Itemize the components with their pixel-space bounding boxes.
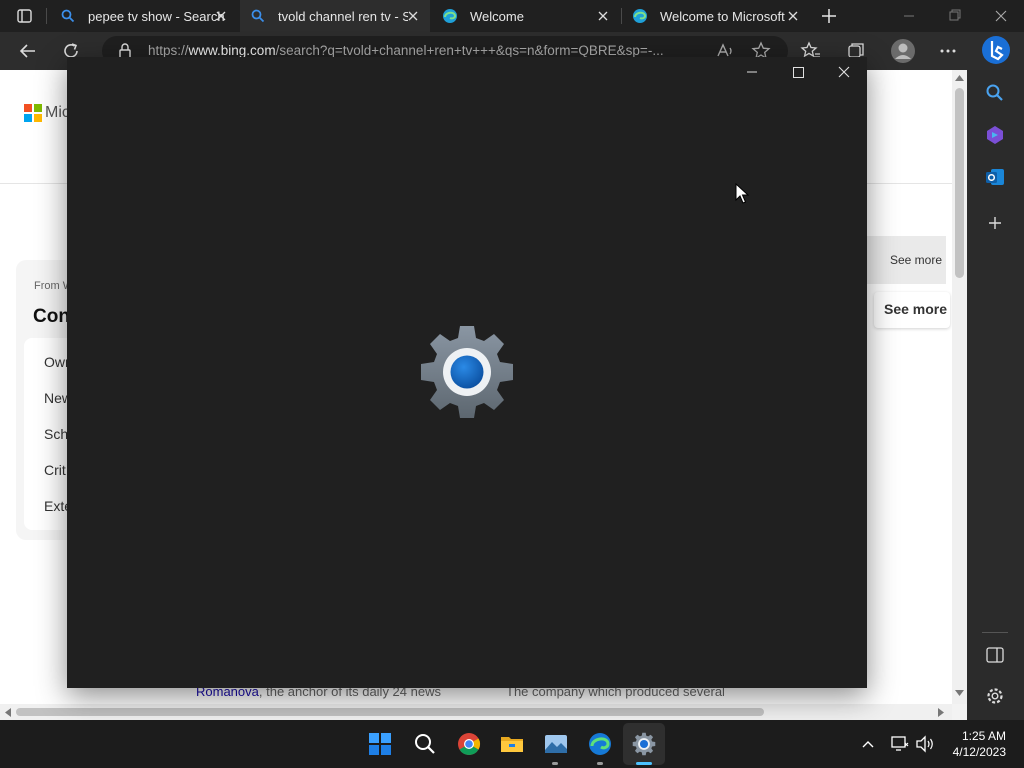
- close-tab-icon[interactable]: [594, 7, 612, 25]
- tab-title: pepee tv show - Search: [88, 8, 225, 24]
- app-running-indicator: [552, 762, 558, 765]
- browser-close-icon[interactable]: [978, 0, 1024, 32]
- settings-gear-icon: [421, 326, 513, 418]
- sidebar-add-icon[interactable]: [984, 212, 1006, 234]
- clock-date: 4/12/2023: [952, 745, 1006, 759]
- volume-icon[interactable]: [915, 734, 935, 754]
- app-running-indicator: [597, 762, 603, 765]
- scroll-up-icon[interactable]: [955, 75, 964, 81]
- see-more-link[interactable]: See more: [890, 253, 942, 267]
- sidebar-discover-icon[interactable]: [984, 124, 1006, 146]
- back-icon[interactable]: [17, 40, 39, 62]
- active-app-indicator: [636, 762, 652, 765]
- close-tab-icon[interactable]: [212, 7, 230, 25]
- see-more-tile[interactable]: See more: [866, 236, 946, 284]
- browser-minimize-icon[interactable]: [886, 0, 932, 32]
- scroll-left-icon[interactable]: [5, 708, 11, 717]
- settings-icon: [632, 732, 656, 756]
- new-tab-icon[interactable]: [817, 5, 841, 27]
- browser-restore-icon[interactable]: [932, 0, 978, 32]
- horizontal-scroll-thumb[interactable]: [16, 708, 764, 716]
- taskbar: [0, 720, 1024, 768]
- chrome-icon[interactable]: [457, 732, 481, 756]
- close-tab-icon[interactable]: [784, 7, 802, 25]
- start-icon[interactable]: [368, 732, 392, 756]
- settings-app-window[interactable]: [67, 57, 867, 688]
- settings-taskbar-button[interactable]: [623, 723, 665, 765]
- bing-chat-icon[interactable]: [981, 34, 1011, 66]
- tab-actions-button[interactable]: [8, 4, 40, 28]
- tab-actions-icon: [17, 9, 32, 23]
- sidebar-divider: [982, 632, 1008, 633]
- system-clock[interactable]: 1:25 AM 4/12/2023: [953, 728, 1006, 760]
- tab-welcome[interactable]: Welcome: [432, 0, 620, 32]
- url-prefix: https://: [148, 43, 189, 58]
- vertical-scroll-thumb[interactable]: [955, 88, 964, 278]
- sidebar-settings-icon[interactable]: [985, 686, 1005, 706]
- edge-icon[interactable]: [588, 732, 612, 756]
- tab-pepee-search[interactable]: pepee tv show - Search: [50, 0, 238, 32]
- clock-time: 1:25 AM: [961, 729, 1006, 743]
- tab-title: Welcome: [470, 8, 524, 24]
- edge-sidebar: [967, 70, 1024, 720]
- see-more-button-label: See more: [884, 301, 948, 317]
- vertical-scrollbar[interactable]: [952, 70, 967, 704]
- sidebar-hide-icon[interactable]: [985, 646, 1005, 664]
- taskbar-search-icon[interactable]: [413, 732, 437, 756]
- edge-icon: [633, 9, 647, 23]
- profile-avatar-icon[interactable]: [890, 38, 916, 64]
- search-icon: [61, 9, 75, 23]
- tab-welcome-microsoft-edge[interactable]: Welcome to Microsoft E: [622, 0, 810, 32]
- card-heading: Con: [33, 306, 70, 327]
- scroll-right-icon[interactable]: [938, 708, 944, 717]
- tab-title: tvold channel ren tv - Se: [278, 8, 408, 24]
- see-more-button[interactable]: See more: [874, 292, 950, 328]
- tab-title: Welcome to Microsoft E: [660, 8, 785, 24]
- search-icon: [251, 9, 265, 23]
- horizontal-scrollbar[interactable]: [0, 704, 952, 720]
- show-hidden-icons-icon[interactable]: [860, 736, 876, 752]
- url-domain: www.bing.com: [188, 43, 276, 58]
- microsoft-logo-icon: [24, 104, 42, 122]
- network-icon[interactable]: [890, 734, 910, 754]
- url-path: /search?q=tvold+channel+ren+tv+++&qs=n&f…: [275, 43, 664, 58]
- tab-separator: [46, 8, 47, 24]
- settings-minimize-icon[interactable]: [729, 57, 775, 87]
- url-text[interactable]: https://www.bing.com/search?q=tvold+chan…: [148, 43, 706, 58]
- sidebar-search-icon[interactable]: [984, 82, 1006, 104]
- sidebar-outlook-icon[interactable]: [984, 166, 1006, 188]
- more-options-icon[interactable]: [937, 40, 959, 62]
- close-tab-icon[interactable]: [404, 7, 422, 25]
- photos-icon[interactable]: [544, 732, 568, 756]
- mouse-cursor-icon: [735, 183, 750, 204]
- file-explorer-icon[interactable]: [500, 732, 524, 756]
- settings-maximize-icon[interactable]: [775, 57, 821, 87]
- tab-tvold-search[interactable]: tvold channel ren tv - Se: [240, 0, 430, 32]
- card-list-item[interactable]: Sch: [44, 426, 68, 442]
- settings-close-icon[interactable]: [821, 57, 867, 87]
- edge-icon: [443, 9, 457, 23]
- tab-bar: pepee tv show - Search tvold channel ren…: [0, 0, 1024, 32]
- scroll-down-icon[interactable]: [955, 690, 964, 696]
- card-list-item[interactable]: Crit: [44, 462, 66, 478]
